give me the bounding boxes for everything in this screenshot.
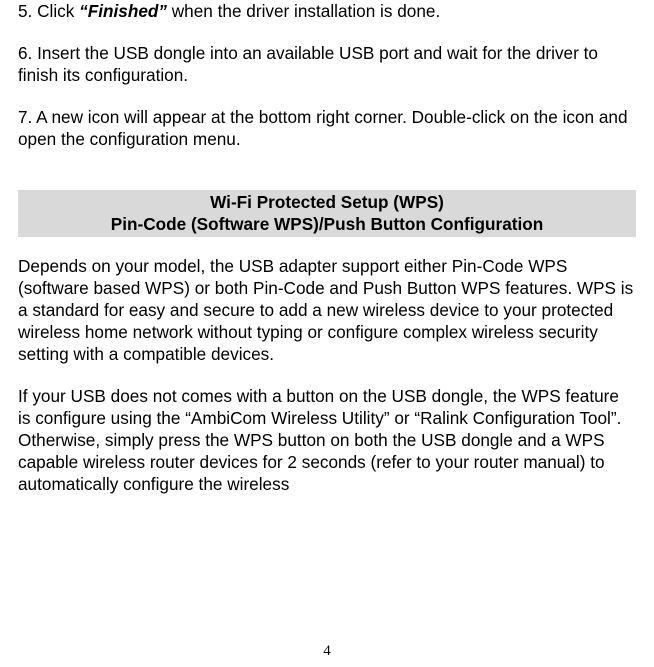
page-number: 4 xyxy=(0,642,654,661)
wps-paragraph-1: Depends on your model, the USB adapter s… xyxy=(18,255,636,365)
step-5-post: when the driver installation is done. xyxy=(167,1,440,21)
step-6: 6. Insert the USB dongle into an availab… xyxy=(18,42,636,86)
step-5-finished-word: “Finished” xyxy=(79,1,167,21)
step-5: 5. Click “Finished” when the driver inst… xyxy=(18,0,636,22)
wps-paragraph-2: If your USB does not comes with a button… xyxy=(18,385,636,495)
wps-section-heading: Wi-Fi Protected Setup (WPS) Pin-Code (So… xyxy=(18,190,636,237)
wps-heading-line-1: Wi-Fi Protected Setup (WPS) xyxy=(20,191,634,213)
wps-heading-line-2: Pin-Code (Software WPS)/Push Button Conf… xyxy=(20,213,634,235)
step-5-pre: 5. Click xyxy=(18,1,79,21)
step-7: 7. A new icon will appear at the bottom … xyxy=(18,106,636,150)
